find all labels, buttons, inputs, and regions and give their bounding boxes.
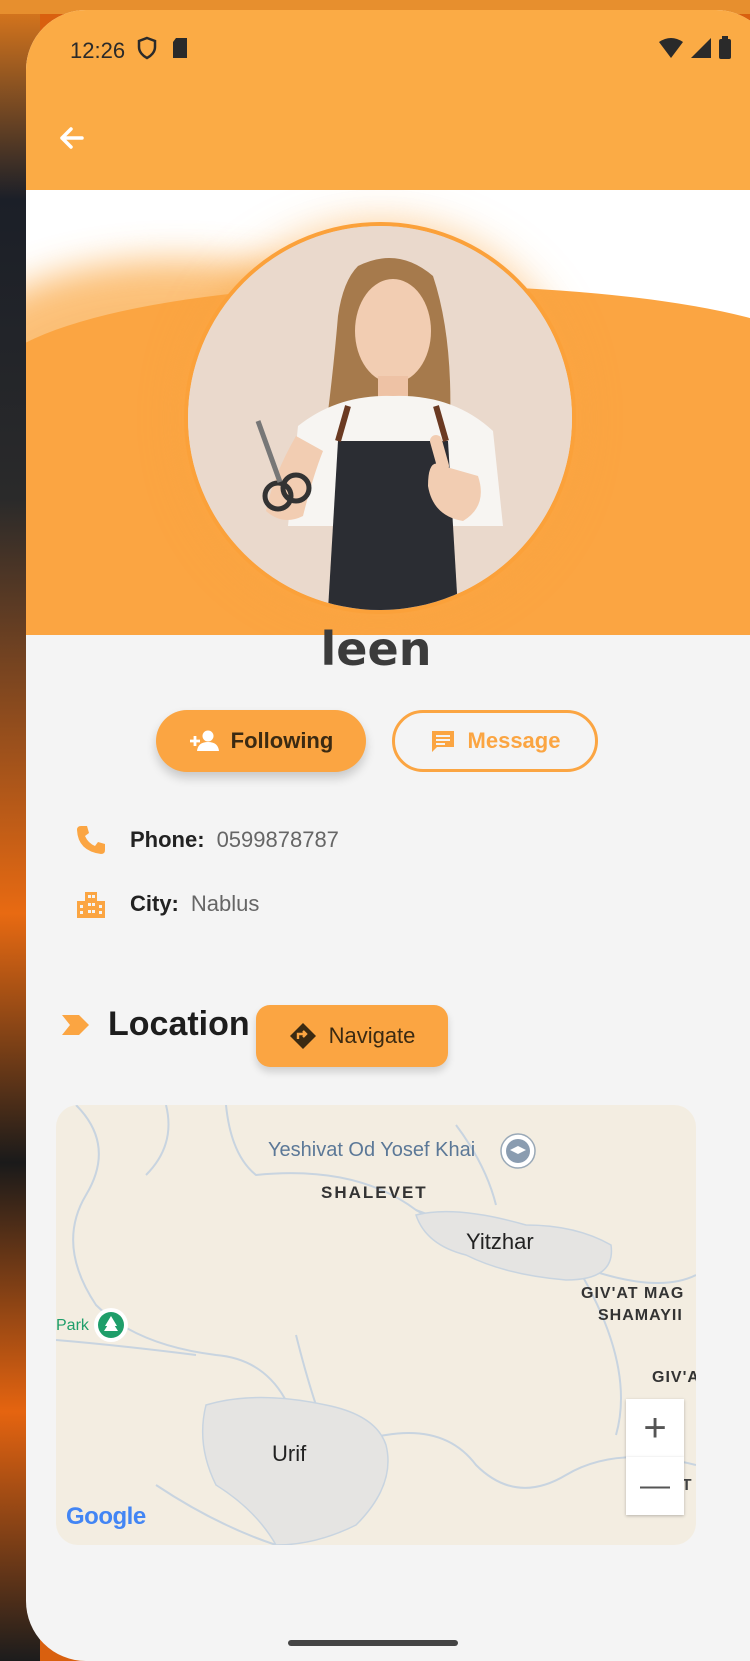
map-label-givat-3: GIV'A: [652, 1369, 696, 1386]
city-row: City: Nablus: [74, 887, 259, 921]
city-value: Nablus: [190, 891, 260, 916]
following-label: Following: [230, 728, 334, 753]
city-icon: [77, 892, 105, 918]
wifi-icon: [658, 37, 684, 65]
map-label-park: Park: [56, 1317, 89, 1334]
navigate-label: Navigate: [328, 1023, 416, 1048]
map-label-school: Yeshivat Od Yosef Khai: [268, 1139, 476, 1161]
phone-value: 0599878787: [216, 827, 339, 852]
sd-card-icon: [171, 37, 189, 65]
school-pin-icon: [500, 1133, 536, 1169]
map-label-urif: Urif: [272, 1441, 307, 1466]
city-label: City:: [130, 891, 179, 916]
zoom-in-button[interactable]: +: [626, 1399, 684, 1457]
map-roads: [56, 1105, 696, 1545]
phone-screen: 12:26 leen Following Message Phone: 0599…: [26, 10, 750, 1661]
person-add-icon: [189, 730, 219, 751]
phone-label: Phone:: [130, 827, 205, 852]
location-header: Location: [62, 1005, 250, 1044]
avatar: [184, 222, 576, 614]
app-bar: 12:26: [26, 10, 750, 190]
directions-icon: [289, 1023, 316, 1049]
chevron-marker-icon: [62, 1014, 89, 1035]
map-view[interactable]: Yeshivat Od Yosef Khai SHALEVET Yitzhar …: [56, 1105, 696, 1545]
phone-row: Phone: 0599878787: [74, 823, 339, 857]
message-icon: [431, 731, 454, 752]
shield-icon: [137, 36, 157, 66]
map-label-shalevet: SHALEVET: [321, 1183, 428, 1202]
phone-icon: [77, 826, 105, 854]
zoom-out-button[interactable]: —: [626, 1457, 684, 1515]
status-bar: 12:26: [70, 36, 732, 66]
signal-icon: [690, 37, 712, 65]
following-button[interactable]: Following: [156, 710, 366, 772]
message-button[interactable]: Message: [392, 710, 598, 772]
profile-header: [26, 190, 750, 635]
map-label-givat-1: GIV'AT MAG: [581, 1285, 685, 1302]
tree-pin-icon: [94, 1308, 128, 1342]
google-logo: Google: [66, 1503, 146, 1530]
location-title: Location: [108, 1005, 250, 1043]
profile-name: leen: [320, 622, 432, 676]
navigate-button[interactable]: Navigate: [256, 1005, 448, 1067]
message-label: Message: [467, 728, 561, 753]
status-time: 12:26: [70, 38, 126, 63]
back-arrow-icon: [60, 127, 84, 149]
map-label-yitzhar: Yitzhar: [466, 1229, 534, 1254]
status-right: [658, 36, 732, 66]
battery-icon: [718, 36, 732, 66]
avatar-image: [188, 226, 572, 610]
map-label-givat-2: SHAMAYII: [598, 1307, 683, 1324]
home-indicator[interactable]: [288, 1640, 458, 1646]
back-button[interactable]: [52, 118, 92, 158]
